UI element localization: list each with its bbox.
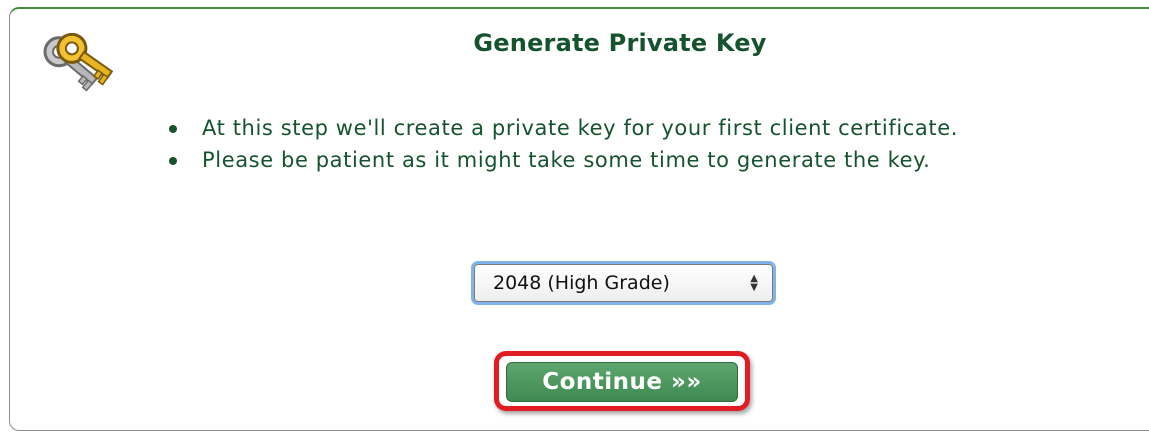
key-size-select[interactable]: 2048 (High Grade) ▲ ▼ bbox=[474, 264, 773, 302]
select-arrows-icon: ▲ ▼ bbox=[750, 273, 758, 293]
list-item: Please be patient as it might take some … bbox=[165, 144, 958, 176]
key-size-selected-value: 2048 (High Grade) bbox=[493, 272, 670, 294]
continue-button[interactable]: Continue »» bbox=[506, 362, 738, 402]
list-item: At this step we'll create a private key … bbox=[165, 112, 958, 144]
bullet-icon bbox=[169, 157, 177, 165]
bullet-icon bbox=[169, 125, 177, 133]
instruction-list: At this step we'll create a private key … bbox=[165, 112, 958, 176]
instruction-text: Please be patient as it might take some … bbox=[202, 148, 931, 172]
page-title: Generate Private Key bbox=[473, 29, 767, 57]
keys-icon bbox=[30, 32, 114, 111]
instruction-text: At this step we'll create a private key … bbox=[202, 116, 958, 140]
